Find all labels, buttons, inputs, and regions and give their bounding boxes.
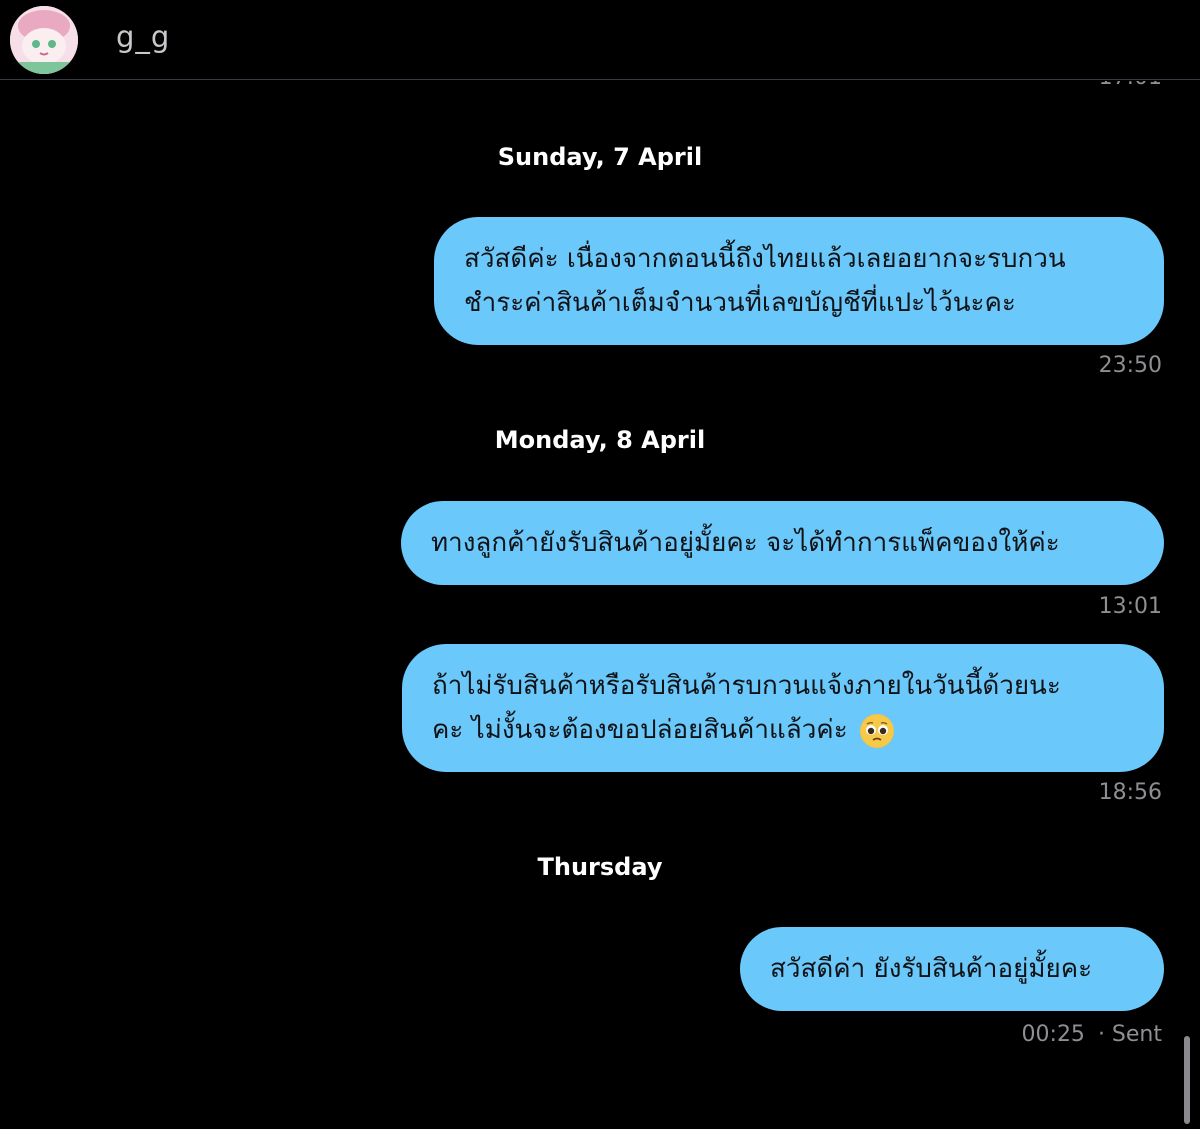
scrollbar[interactable]: [1184, 1036, 1190, 1124]
message-timestamp: 13:01: [1098, 594, 1162, 619]
avatar-image: [10, 6, 78, 74]
message-thread[interactable]: 17:01 Sunday, 7 April สวัสดีค่ะ เนื่องจา…: [0, 81, 1200, 1129]
message-meta: 00:25 · Sent: [1022, 1022, 1162, 1047]
day-separator: Monday, 8 April: [494, 426, 706, 454]
message-timestamp: 18:56: [1098, 780, 1162, 805]
message-bubble[interactable]: สวัสดีค่ะ เนื่องจากตอนนี้ถึงไทยแล้วเลยอย…: [434, 217, 1164, 345]
pleading-face-emoji-icon: [859, 713, 894, 748]
message-text: ทางลูกค้ายังรับสินค้าอยู่มั้ยคะ จะได้ทำก…: [431, 528, 1060, 558]
message-text: ถ้าไม่รับสินค้าหรือรับสินค้ารบกวนแจ้งภาย…: [432, 671, 1061, 701]
message-timestamp: 23:50: [1098, 353, 1162, 378]
contact-avatar[interactable]: [10, 6, 78, 74]
message-text: คะ ไม่งั้นจะต้องขอปล่อยสินค้าแล้วค่ะ: [432, 715, 848, 745]
day-separator: Thursday: [537, 853, 663, 881]
message-text: ชำระค่าสินค้าเต็มจำนวนที่เลขบัญชีที่แปะไ…: [464, 288, 1016, 318]
message-text: สวัสดีค่ะ เนื่องจากตอนนี้ถึงไทยแล้วเลยอย…: [464, 244, 1066, 274]
contact-name[interactable]: g_g: [116, 20, 170, 54]
message-timestamp: 00:25: [1021, 1022, 1085, 1047]
chat-header: g_g: [0, 0, 1200, 80]
message-bubble[interactable]: ทางลูกค้ายังรับสินค้าอยู่มั้ยคะ จะได้ทำก…: [401, 501, 1164, 585]
message-text: สวัสดีค่า ยังรับสินค้าอยู่มั้ยคะ: [770, 954, 1093, 984]
message-bubble[interactable]: ถ้าไม่รับสินค้าหรือรับสินค้ารบกวนแจ้งภาย…: [402, 644, 1164, 772]
message-bubble[interactable]: สวัสดีค่า ยังรับสินค้าอยู่มั้ยคะ: [740, 927, 1164, 1011]
previous-timestamp: 17:01: [1099, 81, 1162, 90]
message-status: · Sent: [1097, 1022, 1162, 1047]
day-separator: Sunday, 7 April: [497, 143, 703, 171]
